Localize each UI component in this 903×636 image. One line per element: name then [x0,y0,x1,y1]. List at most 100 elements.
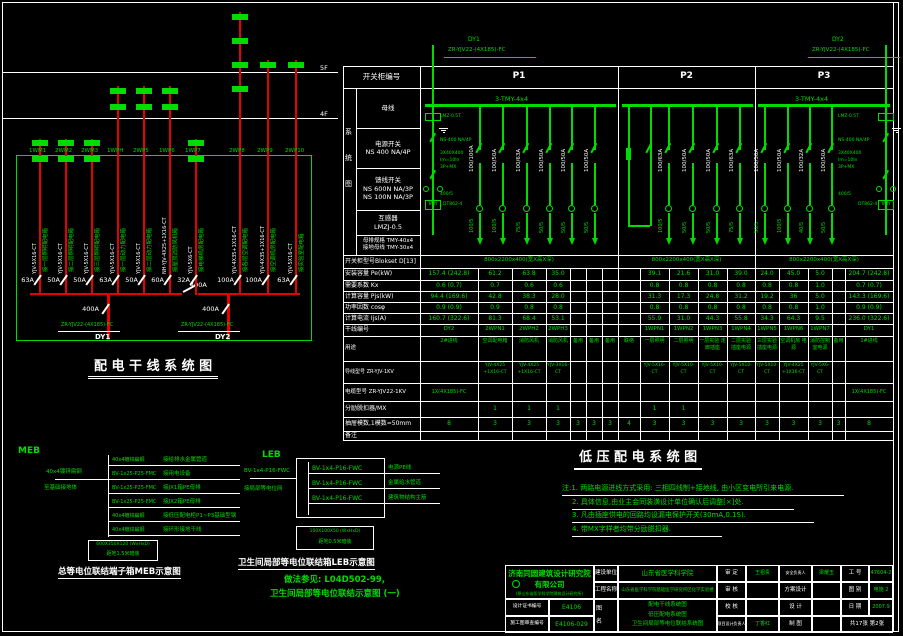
feeder-arrow [547,238,553,245]
riser-cable-label: YJV-4X35+1X16-CT [260,226,267,274]
table-cell: 800x2200x400(宽X高X深) [618,257,755,265]
feeder-line [549,163,551,205]
feeder-line [668,163,670,205]
table-cell: 0.8 [513,304,545,312]
table-grid-line [602,268,603,440]
table-cell: DY1 [846,326,892,334]
equipment-label: NS 400 NA/4P [356,148,420,157]
table-grid-line [343,440,893,441]
incoming-id-label: DY1 [95,333,110,342]
table-cell: YJV-5X16-CT [641,363,668,376]
riser-line [91,139,93,295]
table-cell: 5.0 [809,270,831,278]
titleblock-cell [812,599,841,616]
riser-cable-label: YJV-5X16-CT [288,243,295,274]
feeder-arrow [737,238,743,245]
meb-incoming-cable-label: 40x4镀锌扁钢 [46,469,82,477]
table-grid-line [570,268,571,440]
distribution-box [58,156,74,162]
distribution-box [232,14,248,20]
table-cell: 55.9 [641,315,668,323]
equipment-label: 母排规格 TMY-40x4 [356,238,420,246]
busbar-label: 3-TMY-4x4 [495,95,528,104]
titleblock-cell-label: 图 别 [841,587,869,595]
leb-incoming-note: 接局部等电位网 [244,486,283,494]
table-cell: YJV-4X25 +1X16-CT [479,363,511,376]
table-cell: 1 [479,405,511,413]
floor-label: 4F [320,110,328,119]
table-cell: 3 [641,420,668,428]
table-cell: 0.8 [780,282,807,290]
distribution-box [84,140,100,146]
feeder-line [479,213,481,238]
table-cell: 三层实验 插座电源 [756,338,778,352]
table-cell: 0.8 [780,304,807,312]
table-cell: 0.6 [513,282,545,290]
table-cell: 3 [699,420,726,428]
ct-box [878,113,894,121]
equipment-label: LMZJ-0.5 [356,223,420,232]
meb-cable-label: BV-1x25-P25-FMC [112,499,156,506]
table-cell: 0.8 [670,304,697,312]
feeder-amp-label: 100/50A [706,149,714,172]
ct-ratio-label: 50/5 [821,222,828,233]
note-line: 注:1. 两路电源进线方式采用: 三相四线制+接地线, 由小区变电所引来电源. [562,484,844,496]
feeder-line [692,163,694,205]
riser-annotation: 接屋顶消防风机箱 [173,228,181,272]
table-cell: 一层照明 [641,338,668,345]
titleblock-cell-value: 山东省医学科学院 [618,569,717,578]
table-grid-line [586,268,587,440]
riser-line [65,139,67,295]
feeder-line [831,163,833,205]
meb-branch-line [108,507,240,508]
titleblock-cell-value: 2007.9 [869,604,893,611]
incoming-id-label: DY2 [215,333,230,342]
ct-ratio-label: 50/5 [754,222,761,233]
table-cell: 备用 [833,338,844,345]
table-cell: 17.3 [670,293,697,301]
feeder-line [594,213,596,238]
table-cell: 55.8 [728,315,754,323]
incoming-part-label: 3X40X400 [838,151,861,158]
feeder-amp-label: 100/63A [729,149,737,172]
table-row-label: 安装容量 Pe(kW) [345,270,392,278]
titleblock-cell [746,582,779,599]
distribution-box [110,104,126,110]
table-cell: 3 [513,420,545,428]
leb-branch-line [308,488,440,489]
incoming-part-label: 3P+MX [440,165,456,172]
leb-branch-line [308,503,440,504]
meter-label: Wh [425,201,441,209]
table-cell: 1WPN4 [728,326,754,334]
table-cell: 1.0 [809,304,831,312]
table-cell: 0.8 [547,304,569,312]
meb-bus-line [108,455,109,537]
titleblock-cell-label: 安全负责人 [779,570,812,576]
ground-symbol [892,128,901,129]
feeder-amp-label: 100/63A [516,149,524,172]
panel-header: P3 [755,71,893,82]
table-cell: 3 [603,420,617,428]
table-cell: 1 [641,405,668,413]
ground-symbol [443,132,445,133]
incoming-part-label: 400/5 [440,192,453,199]
incoming-part-label: DT862-4 [443,202,462,209]
meb-cable-label: BV-1x25-P25-FMC [112,471,156,478]
table-cell: YJV-5X6-CT [809,363,831,376]
meb-branch-line [108,465,240,466]
meb-branch-line [108,493,240,494]
table-cell: 1 [670,405,697,413]
riser-cable-label: YJV-5X16-CT [84,243,91,274]
table-cell: 消防控制 室电源 [809,338,831,352]
table-grid-line [356,128,420,129]
feeder-line [787,163,789,205]
table-cell: 2WPN1 [479,326,511,334]
busbar-label: 3-TMY-4x4 [795,95,828,104]
feeder-line [831,213,833,238]
incoming-part-label: 3X40X400 [440,151,463,158]
riser-tag: 2WM2 [55,148,72,156]
feeder-line [526,213,528,238]
note-line: 4. 带MX字样者均带分励脱扣器. [572,525,722,537]
meb-dest-label: 接环形接地干线 [163,527,202,535]
table-cell: 备用 [571,338,585,345]
